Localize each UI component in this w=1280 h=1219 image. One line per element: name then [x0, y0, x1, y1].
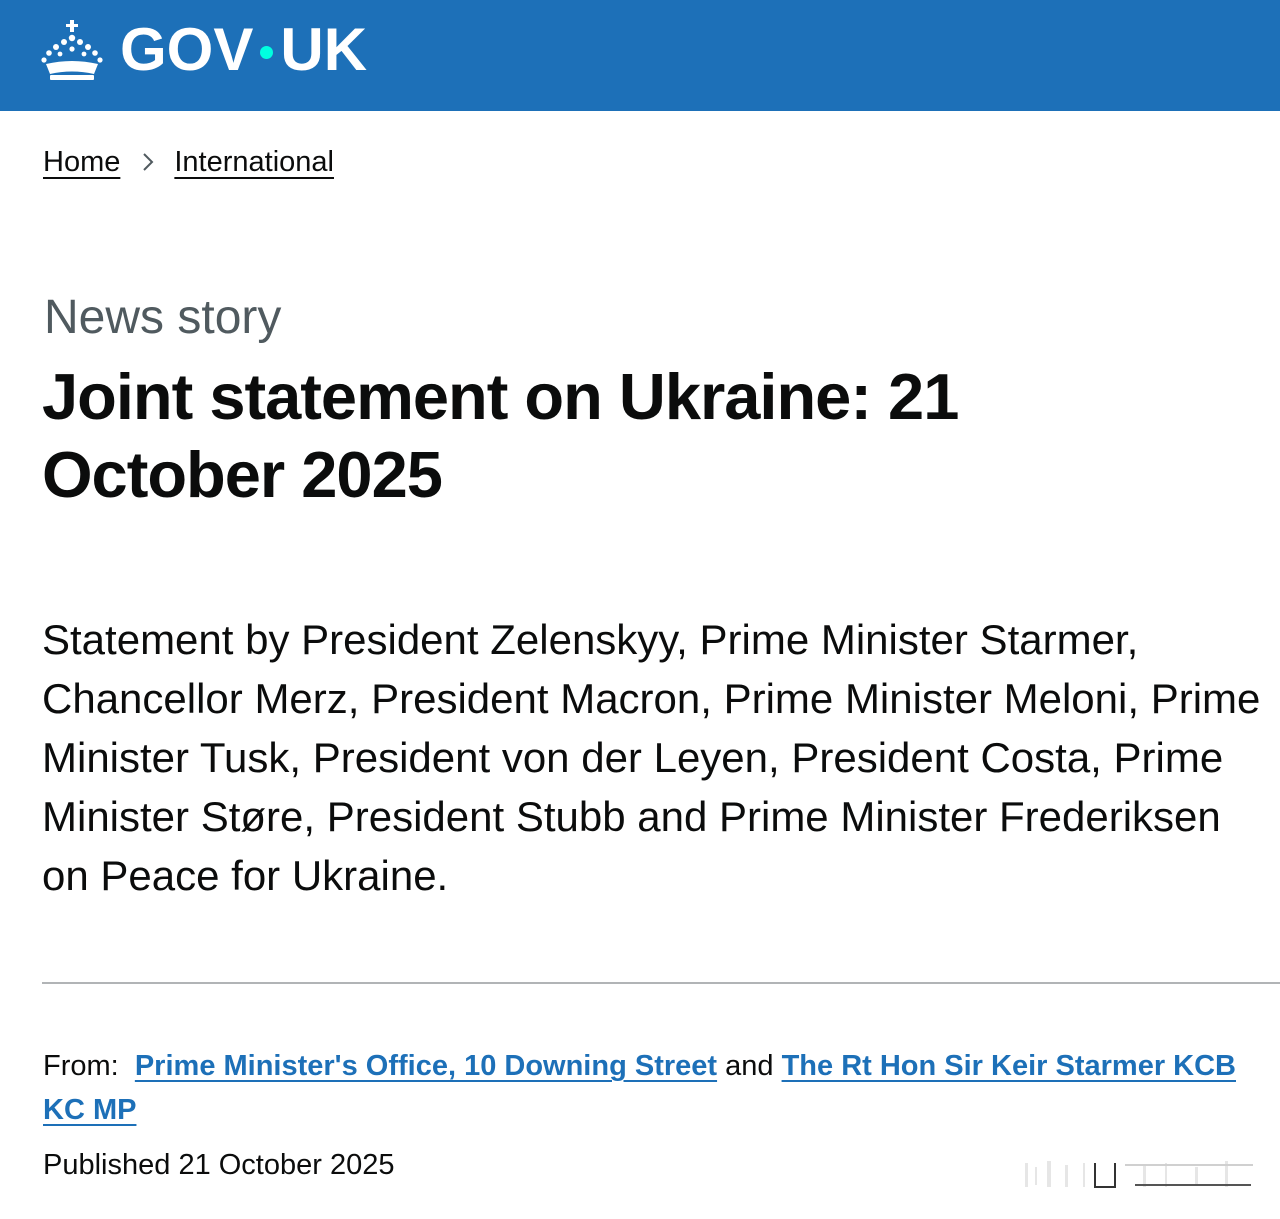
- site-header: GOV UK: [0, 0, 1280, 111]
- govuk-logo-link[interactable]: GOV UK: [40, 14, 367, 86]
- logo-dot: [260, 45, 274, 59]
- from-label: From:: [43, 1050, 119, 1082]
- metadata-from: From: Prime Minister's Office, 10 Downin…: [43, 1044, 1263, 1132]
- lead-paragraph: Statement by President Zelenskyy, Prime …: [42, 616, 1261, 899]
- metadata-published: Published 21 October 2025: [43, 1143, 394, 1187]
- page-title: Joint statement on Ukraine: 21 October 2…: [42, 360, 959, 511]
- page-caption: News story: [44, 291, 282, 344]
- organisation-link-pm-office[interactable]: Prime Minister's Office, 10 Downing Stre…: [135, 1050, 717, 1082]
- published-label: Published: [43, 1149, 171, 1181]
- govuk-wordmark: GOV UK: [120, 20, 367, 80]
- published-date: 21 October 2025: [178, 1149, 395, 1181]
- logo-text-uk: UK: [280, 16, 368, 83]
- logo-text-gov: GOV: [120, 16, 254, 83]
- breadcrumb-international-link[interactable]: International: [174, 146, 334, 179]
- and-text: and: [725, 1050, 774, 1082]
- breadcrumb-home-link[interactable]: Home: [43, 146, 120, 179]
- chevron-right-icon: [143, 153, 154, 171]
- watermark-artifact: [1025, 1161, 1253, 1188]
- breadcrumb: Home International: [43, 142, 334, 182]
- section-divider: [42, 982, 1280, 984]
- crown-icon: [41, 20, 103, 80]
